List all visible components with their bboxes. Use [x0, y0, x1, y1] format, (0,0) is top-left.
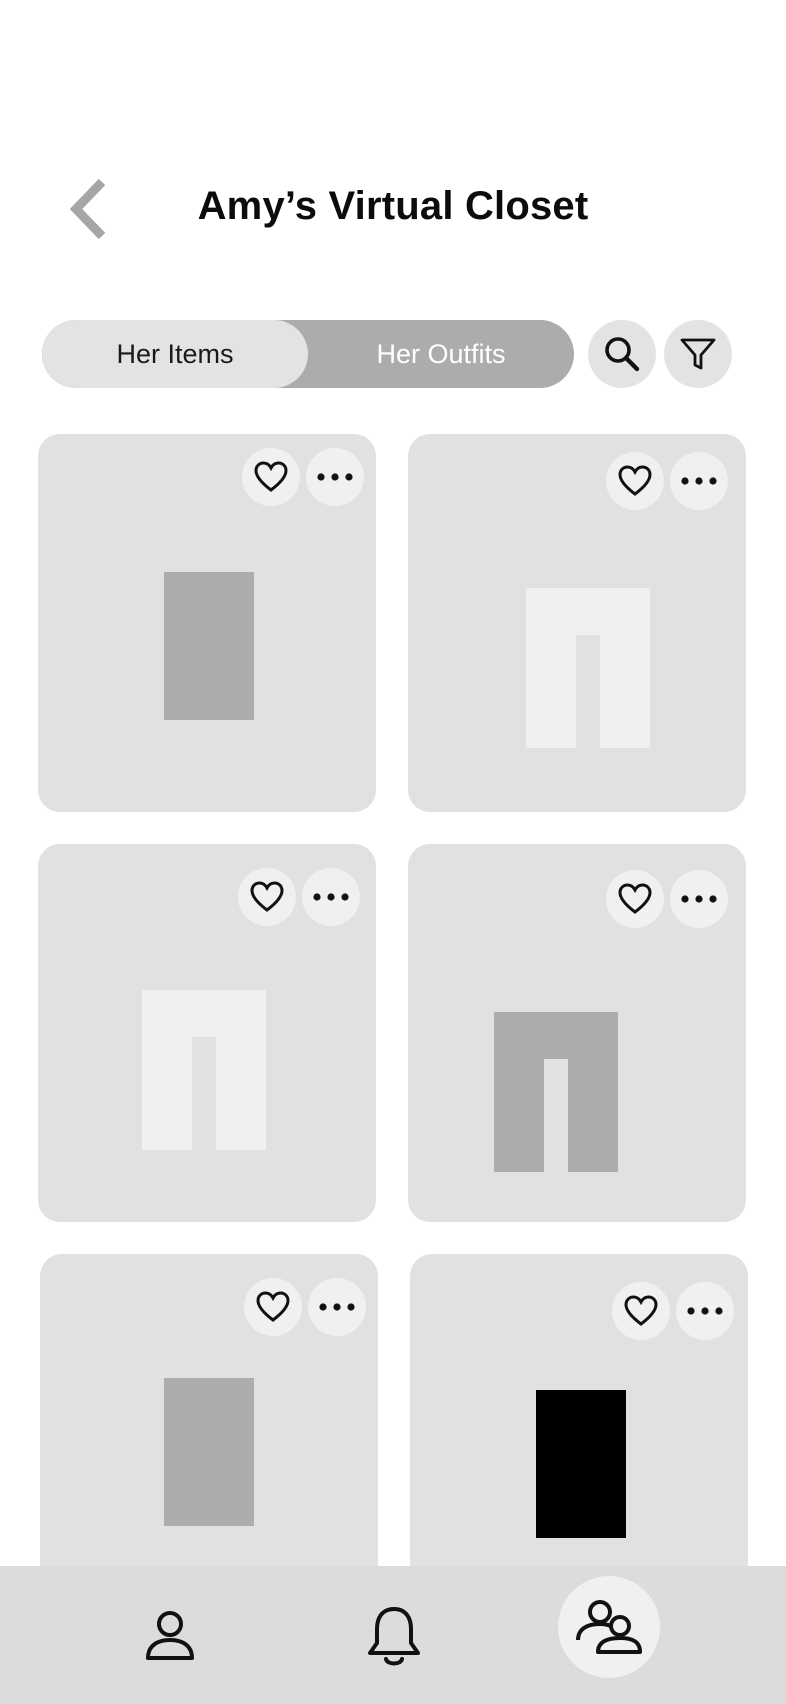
item-thumbnail-pants	[142, 990, 266, 1150]
item-thumbnail-top	[164, 1378, 254, 1526]
bottom-nav	[0, 1566, 786, 1704]
header: Amy’s Virtual Closet	[0, 150, 786, 270]
heart-icon	[256, 1291, 290, 1322]
more-options-button[interactable]	[670, 452, 728, 510]
closet-tab-switcher: Her Items Her Outfits	[42, 320, 574, 388]
filter-button[interactable]	[664, 320, 732, 388]
profile-icon	[146, 1611, 194, 1660]
heart-icon	[618, 465, 652, 496]
more-icon	[317, 473, 353, 481]
back-button[interactable]	[58, 174, 118, 244]
more-options-button[interactable]	[306, 448, 364, 506]
item-thumbnail-top	[536, 1390, 626, 1538]
tab-her-outfits[interactable]: Her Outfits	[308, 320, 574, 388]
more-options-button[interactable]	[676, 1282, 734, 1340]
favorite-button[interactable]	[242, 448, 300, 506]
more-icon	[319, 1303, 355, 1311]
closet-item-card[interactable]	[38, 844, 376, 1222]
more-icon	[681, 477, 717, 485]
tab-her-items[interactable]: Her Items	[42, 320, 308, 388]
favorite-button[interactable]	[606, 452, 664, 510]
nav-profile-button[interactable]	[130, 1596, 210, 1676]
favorite-button[interactable]	[606, 870, 664, 928]
heart-icon	[624, 1295, 658, 1326]
friends-icon	[576, 1600, 642, 1654]
item-thumbnail-pants	[494, 1012, 618, 1172]
closet-item-card[interactable]	[38, 434, 376, 812]
bell-icon	[368, 1607, 420, 1666]
more-options-button[interactable]	[670, 870, 728, 928]
more-icon	[687, 1307, 723, 1315]
search-icon	[605, 337, 640, 372]
favorite-button[interactable]	[244, 1278, 302, 1336]
item-thumbnail-top	[164, 572, 254, 720]
more-icon	[681, 895, 717, 903]
heart-icon	[254, 461, 288, 492]
closet-item-card[interactable]	[408, 844, 746, 1222]
favorite-button[interactable]	[612, 1282, 670, 1340]
nav-notifications-button[interactable]	[354, 1594, 434, 1678]
closet-item-card[interactable]	[408, 434, 746, 812]
item-thumbnail-pants	[526, 588, 650, 748]
search-button[interactable]	[588, 320, 656, 388]
more-icon	[313, 893, 349, 901]
chevron-left-icon	[69, 178, 106, 240]
page-title: Amy’s Virtual Closet	[197, 184, 589, 228]
more-options-button[interactable]	[308, 1278, 366, 1336]
filter-icon	[680, 338, 716, 370]
heart-icon	[618, 883, 652, 914]
favorite-button[interactable]	[238, 868, 296, 926]
more-options-button[interactable]	[302, 868, 360, 926]
nav-friends-button[interactable]	[558, 1576, 660, 1678]
heart-icon	[250, 881, 284, 912]
